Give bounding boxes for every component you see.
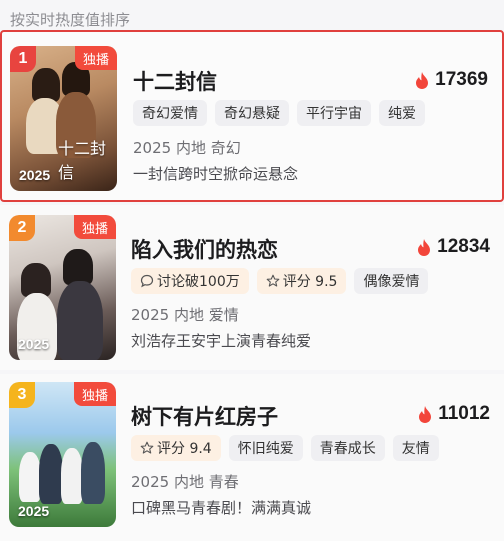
tag[interactable]: 奇幻悬疑 <box>215 100 289 126</box>
tag-list: 讨论破100万 评分 9.5 偶像爱情 <box>131 268 429 294</box>
comment-icon <box>140 274 154 288</box>
poster-year: 2025 <box>18 503 50 519</box>
star-icon <box>266 274 280 287</box>
drama-title[interactable]: 陷入我们的热恋 <box>131 234 278 264</box>
rating-tag[interactable]: 评分 9.5 <box>256 268 347 294</box>
heat-value: 17369 <box>435 69 488 90</box>
flame-icon <box>419 405 432 423</box>
exclusive-badge: 独播 <box>73 215 116 239</box>
rank-badge: 1 <box>10 46 36 72</box>
tag-list: 评分 9.4 怀旧纯爱 青春成长 友情 <box>131 435 439 461</box>
poster-image[interactable]: 1 独播 十二封信 2025 <box>10 46 117 191</box>
heat-score: 11012 <box>418 403 490 425</box>
drama-description: 口碑黑马青春剧！满满真诚 <box>131 499 312 517</box>
poster-image[interactable]: 3 独播 2025 <box>9 382 116 527</box>
poster-year: 2025 <box>19 167 51 183</box>
tag[interactable]: 偶像爱情 <box>354 268 429 294</box>
drama-title[interactable]: 树下有片红房子 <box>131 401 278 431</box>
heat-score: 17369 <box>415 69 488 91</box>
exclusive-badge: 独播 <box>74 46 117 70</box>
drama-card-1[interactable]: 1 独播 十二封信 2025 十二封信 17369 奇幻爱情 奇幻悬疑 平行宇宙… <box>0 30 504 202</box>
tag[interactable]: 怀旧纯爱 <box>228 435 303 461</box>
heat-value: 11012 <box>438 403 490 424</box>
drama-meta: 2025 内地 奇幻 <box>133 139 241 157</box>
sort-header: 按实时热度值排序 <box>10 11 131 29</box>
drama-card-3[interactable]: 3 独播 2025 树下有片红房子 11012 评分 9.4 怀旧纯爱 青春成长… <box>0 374 504 541</box>
poster-title: 十二封信 <box>58 139 107 182</box>
poster-image[interactable]: 2 独播 2025 <box>9 215 116 360</box>
rating-tag[interactable]: 评分 9.4 <box>131 435 221 461</box>
flame-icon <box>416 71 429 89</box>
drama-meta: 2025 内地 爱情 <box>131 306 239 324</box>
tag[interactable]: 平行宇宙 <box>297 100 371 126</box>
tag[interactable]: 青春成长 <box>310 435 385 461</box>
flame-icon <box>418 238 431 256</box>
heat-value: 12834 <box>437 236 490 257</box>
star-icon <box>140 441 154 454</box>
tag[interactable]: 友情 <box>392 435 439 461</box>
tag[interactable]: 奇幻爱情 <box>133 100 207 126</box>
rank-badge: 2 <box>9 215 35 241</box>
discussion-tag[interactable]: 讨论破100万 <box>131 268 249 294</box>
heat-score: 12834 <box>417 236 490 258</box>
drama-card-2[interactable]: 2 独播 2025 陷入我们的热恋 12834 讨论破100万 评分 9.5 偶… <box>0 205 504 370</box>
drama-title[interactable]: 十二封信 <box>133 66 217 96</box>
rank-badge: 3 <box>9 382 35 408</box>
drama-description: 刘浩存王安宇上演青春纯爱 <box>131 332 312 350</box>
tag-list: 奇幻爱情 奇幻悬疑 平行宇宙 纯爱 <box>133 100 425 126</box>
drama-description: 一封信跨时空掀命运悬念 <box>133 165 299 183</box>
drama-meta: 2025 内地 青春 <box>131 473 239 491</box>
exclusive-badge: 独播 <box>73 382 116 406</box>
poster-year: 2025 <box>18 336 50 352</box>
tag[interactable]: 纯爱 <box>379 100 425 126</box>
